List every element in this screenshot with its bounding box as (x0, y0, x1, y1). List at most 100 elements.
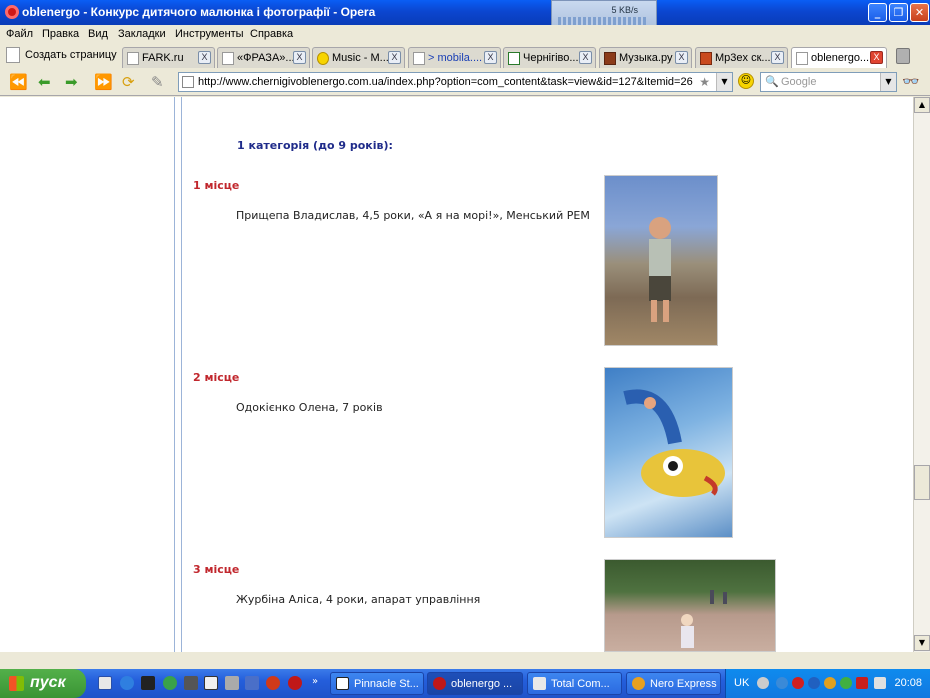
tab-close-icon[interactable]: X (675, 51, 688, 64)
forward-icon[interactable]: ➡ (65, 73, 78, 91)
vertical-scrollbar[interactable]: ▲ ▼ (913, 97, 930, 652)
page-icon (182, 76, 194, 88)
language-indicator[interactable]: UK (734, 677, 749, 689)
nero-icon (632, 677, 645, 690)
smiley-icon (317, 52, 329, 65)
fast-forward-icon[interactable]: ⏩ (94, 73, 113, 91)
entry-photo[interactable] (604, 559, 776, 652)
menu-edit[interactable]: Правка (42, 28, 79, 40)
entry-description: Прищепа Владислав, 4,5 роки, «А я на мор… (236, 209, 590, 222)
address-field[interactable]: http://www.chernigivoblenergo.com.ua/ind… (178, 72, 733, 92)
tab-label: «ФРАЗА»... (237, 52, 295, 64)
url-text[interactable]: http://www.chernigivoblenergo.com.ua/ind… (198, 76, 693, 88)
back-icon[interactable]: ⬅ (38, 73, 51, 91)
trash-icon[interactable] (896, 48, 910, 64)
quicklaunch-icon[interactable] (98, 676, 112, 690)
taskbar-item-oblenergo[interactable]: oblenergo ... (427, 672, 523, 695)
tray-icon[interactable] (776, 677, 788, 689)
tab-label: Чернігіво... (523, 52, 579, 64)
tab-close-icon[interactable]: X (870, 51, 883, 64)
address-toolbar: ⏪ ⬅ ➡ ⏩ ⟳ ✎ http://www.chernigivoblenerg… (0, 69, 930, 96)
tab-fark[interactable]: FARK.ru X (122, 47, 215, 68)
edit-icon[interactable]: ✎ (151, 73, 164, 91)
quicklaunch-icon[interactable] (245, 676, 259, 690)
page-content: 1 категорія (до 9 років): 1 місце Прищеп… (0, 97, 913, 652)
taskbar-item-label: Nero Express (650, 678, 717, 690)
quicklaunch-icon[interactable] (141, 676, 155, 690)
tray-icon[interactable] (792, 677, 804, 689)
close-window-button[interactable]: ✕ (910, 3, 929, 22)
rewind-icon[interactable]: ⏪ (9, 73, 28, 91)
tab-close-icon[interactable]: X (198, 51, 211, 64)
tray-icon[interactable] (840, 677, 852, 689)
minimize-button[interactable]: _ (868, 3, 887, 22)
address-dropdown-icon[interactable]: ▼ (716, 73, 732, 91)
tray-icon[interactable] (824, 677, 836, 689)
scroll-down-icon[interactable]: ▼ (914, 635, 930, 651)
entry-photo[interactable] (604, 367, 733, 538)
place-label: 3 місце (193, 563, 240, 576)
reload-icon[interactable]: ⟳ (122, 73, 135, 91)
glasses-icon[interactable]: 👓 (902, 74, 919, 90)
scroll-up-icon[interactable]: ▲ (914, 97, 930, 113)
boy-figure-icon (649, 217, 671, 322)
tab-mp3ex[interactable]: Mp3ex ск... X (695, 47, 788, 68)
tab-label: Music - M... (332, 52, 389, 64)
window-titlebar: oblenergo - Конкурс дитячого малюнка і ф… (0, 0, 930, 25)
ie-icon[interactable] (120, 676, 134, 690)
taskbar: пуск » Pinnacle St... oblenergo ... Tota… (0, 669, 930, 698)
opera-icon[interactable] (288, 676, 302, 690)
tab-label: > mobila.... (428, 52, 483, 64)
girl-figure-icon (681, 590, 727, 648)
entry-description: Журбіна Аліса, 4 роки, апарат управління (236, 593, 481, 606)
tab-oblenergo[interactable]: oblenergo... X (791, 47, 887, 68)
maximize-button[interactable]: ❐ (889, 3, 908, 22)
scroll-thumb[interactable] (914, 465, 930, 500)
start-button[interactable]: пуск (0, 669, 86, 698)
quicklaunch-icon[interactable] (225, 676, 239, 690)
create-page-button[interactable]: Создать страницу (6, 47, 117, 63)
entry-photo[interactable] (604, 175, 718, 346)
tab-close-icon[interactable]: X (388, 51, 401, 64)
search-dropdown-icon[interactable]: ▼ (880, 73, 896, 91)
menu-view[interactable]: Вид (88, 28, 108, 40)
taskbar-item-totalcommander[interactable]: Total Com... (527, 672, 622, 695)
menu-help[interactable]: Справка (250, 28, 293, 40)
quicklaunch-icon[interactable] (266, 676, 280, 690)
app-icon (533, 677, 546, 690)
bookmark-star-icon[interactable]: ★ (699, 75, 710, 89)
guitar-icon (604, 52, 616, 65)
mp3-icon (700, 52, 712, 65)
g-icon (508, 52, 520, 65)
tray-icon[interactable] (856, 677, 868, 689)
tray-icon[interactable] (874, 677, 886, 689)
menu-tools[interactable]: Инструменты (175, 28, 244, 40)
tab-close-icon[interactable]: X (771, 51, 784, 64)
chevron-right-icon[interactable]: » (312, 676, 326, 690)
taskbar-item-pinnacle[interactable]: Pinnacle St... (330, 672, 424, 695)
taskbar-item-label: Pinnacle St... (354, 678, 419, 690)
tab-mobila[interactable]: > mobila.... X (408, 47, 501, 68)
tab-close-icon[interactable]: X (484, 51, 497, 64)
taskbar-item-nero[interactable]: Nero Express (626, 672, 721, 695)
search-placeholder: Google (781, 76, 817, 88)
tray-icon[interactable] (757, 677, 769, 689)
quicklaunch-icon[interactable] (184, 676, 198, 690)
tab-chernigiv[interactable]: Чернігіво... X (503, 47, 596, 68)
tab-muzyka[interactable]: Музыка.ру X (599, 47, 692, 68)
tab-close-icon[interactable]: X (293, 51, 306, 64)
tab-fraza[interactable]: «ФРАЗА»... X (217, 47, 310, 68)
opera-icon (5, 5, 19, 19)
quicklaunch-icon[interactable] (204, 676, 218, 690)
menu-bookmarks[interactable]: Закладки (118, 28, 166, 40)
tray-icon[interactable] (808, 677, 820, 689)
menu-file[interactable]: Файл (6, 28, 33, 40)
smiley-icon[interactable]: ☺ (738, 73, 754, 89)
tab-close-icon[interactable]: X (579, 51, 592, 64)
quicklaunch-icon[interactable] (163, 676, 177, 690)
search-field[interactable]: 🔍 Google ▼ (760, 72, 897, 92)
place-label: 1 місце (193, 179, 240, 192)
taskbar-item-label: oblenergo ... (451, 678, 513, 690)
tab-music[interactable]: Music - M... X (312, 47, 405, 68)
start-label: пуск (30, 674, 66, 691)
